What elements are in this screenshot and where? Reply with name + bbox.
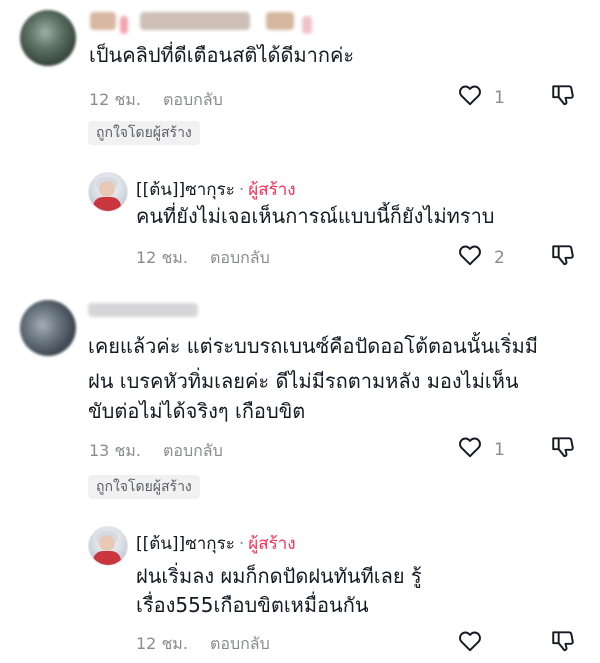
comment-text-line: ขับต่อไม่ได้จริงๆ เกือบขิต	[88, 399, 306, 423]
comment-meta: 13 ชม. ตอบกลับ	[89, 439, 223, 464]
dislike-button[interactable]	[550, 628, 576, 658]
blurred-name-segment	[140, 12, 250, 30]
dislike-button[interactable]	[550, 82, 576, 112]
reply-time: 12 ชม.	[136, 634, 188, 653]
blurred-name-segment	[88, 303, 198, 317]
heart-outline-icon	[456, 434, 484, 465]
like-count: 2	[494, 247, 505, 268]
reply-author[interactable]: [[ต้น]]ซากุระ · ผู้สร้าง	[136, 176, 296, 203]
reply-meta: 12 ชม. ตอบกลับ	[136, 632, 270, 657]
separator-dot: ·	[238, 180, 245, 200]
avatar-shirt	[93, 551, 121, 565]
thumbs-down-icon	[550, 437, 576, 464]
creator-avatar[interactable]	[88, 172, 128, 212]
like-count: 1	[494, 87, 505, 108]
dislike-button[interactable]	[550, 242, 576, 272]
heart-outline-icon	[456, 628, 484, 659]
like-button[interactable]: 1	[456, 434, 505, 465]
author-name: [[ต้น]]ซากุระ	[136, 534, 235, 554]
heart-outline-icon	[456, 242, 484, 273]
reply-meta: 12 ชม. ตอบกลับ	[136, 246, 270, 271]
reply-button[interactable]: ตอบกลับ	[210, 248, 270, 267]
comment-meta: 12 ชม. ตอบกลับ	[89, 88, 223, 113]
reply-button[interactable]: ตอบกลับ	[210, 634, 270, 653]
avatar-face	[99, 181, 115, 197]
avatar-face	[99, 535, 115, 551]
creator-avatar[interactable]	[88, 526, 128, 566]
blurred-name-segment	[266, 12, 294, 30]
separator-dot: ·	[238, 534, 245, 554]
heart-outline-icon	[456, 82, 484, 113]
creator-liked-badge: ถูกใจโดยผู้สร้าง	[88, 121, 200, 145]
reply-text: คนที่ยังไม่เจอเห็นการณ์แบบนี้ก็ยังไม่ทรา…	[136, 204, 495, 228]
author-name: [[ต้น]]ซากุระ	[136, 180, 235, 200]
commenter-avatar[interactable]	[20, 10, 76, 66]
reply-button[interactable]: ตอบกลับ	[163, 441, 223, 460]
reply-text-line: เรื่อง555เกือบขิตเหมื่อนกัน	[136, 593, 369, 617]
blurred-name-segment	[302, 16, 312, 34]
comment-text-line: เคยแล้วค่ะ แต่ระบบรถเบนซ์คือปัดออโต้ตอนน…	[88, 334, 538, 358]
like-button[interactable]: 1	[456, 82, 505, 113]
blurred-name-segment	[90, 12, 116, 30]
comment-time: 13 ชม.	[89, 441, 141, 460]
blurred-name-segment	[120, 16, 128, 34]
comment-time: 12 ชม.	[89, 90, 141, 109]
creator-label: ผู้สร้าง	[248, 534, 296, 554]
comment-text-line: ฝน เบรคหัวทิ่มเลยค่ะ ดีไม่มีรถตามหลัง มอ…	[88, 369, 519, 393]
creator-liked-badge: ถูกใจโดยผู้สร้าง	[88, 475, 200, 499]
avatar-shirt	[93, 197, 121, 211]
thumbs-down-icon	[550, 631, 576, 658]
creator-label: ผู้สร้าง	[248, 180, 296, 200]
reply-button[interactable]: ตอบกลับ	[163, 90, 223, 109]
reply-author[interactable]: [[ต้น]]ซากุระ · ผู้สร้าง	[136, 530, 296, 557]
like-button[interactable]	[456, 628, 484, 659]
comment-text: เป็นคลิปที่ดีเตือนสติได้ดีมากค่ะ	[89, 43, 355, 67]
commenter-avatar[interactable]	[20, 300, 76, 356]
reply-time: 12 ชม.	[136, 248, 188, 267]
like-button[interactable]: 2	[456, 242, 505, 273]
dislike-button[interactable]	[550, 434, 576, 464]
thumbs-down-icon	[550, 85, 576, 112]
reply-text-line: ฝนเริ่มลง ผมก็กดปัดฝนทันทีเลย รู้	[136, 564, 422, 588]
thumbs-down-icon	[550, 245, 576, 272]
like-count: 1	[494, 439, 505, 460]
